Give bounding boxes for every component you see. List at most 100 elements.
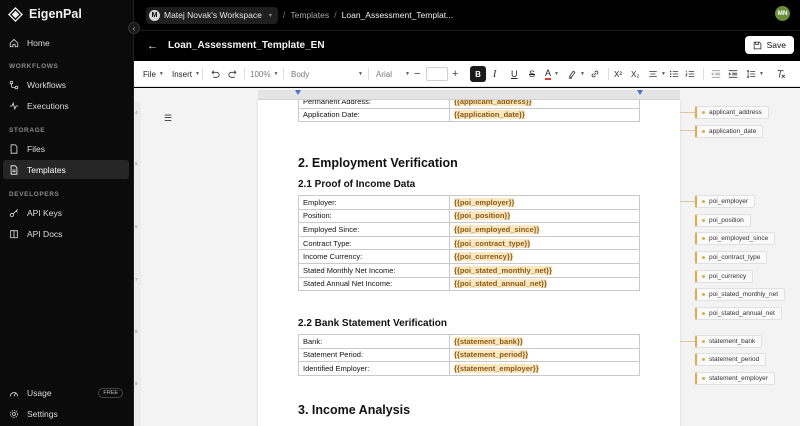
sidebar-item-workflows[interactable]: Workflows [3, 75, 129, 94]
table-value[interactable]: {{poi_contract_type}} [449, 235, 640, 251]
table-label[interactable]: Bank: [298, 334, 450, 349]
document-page[interactable]: Permanent Address: {{applicant_address}} … [258, 94, 680, 426]
sidebar-item-executions[interactable]: Executions [3, 96, 129, 115]
brand[interactable]: EigenPal [8, 6, 82, 22]
undo-button[interactable] [210, 61, 220, 87]
save-button[interactable]: Save [744, 36, 794, 54]
table-label[interactable]: Employed Since: [298, 222, 450, 237]
font-size-input[interactable] [426, 61, 448, 87]
placeholder-tag[interactable]: {{statement_period}} [454, 350, 529, 360]
field-chip[interactable]: applicant_address [695, 106, 769, 119]
table-label[interactable]: Contract Type: [298, 235, 450, 251]
heading-proof-of-income[interactable]: 2.1 Proof of Income Data [298, 179, 415, 190]
table-value[interactable]: {{application_date}} [449, 107, 640, 123]
placeholder-tag[interactable]: {{poi_employed_since}} [454, 224, 540, 234]
insert-menu[interactable]: Insert ▼ [172, 61, 200, 87]
align-button[interactable]: ▼ [648, 61, 666, 87]
placeholder-tag[interactable]: {{statement_employer}} [454, 363, 539, 373]
field-chip[interactable]: statement_employer [695, 372, 775, 385]
file-menu[interactable]: File ▼ [143, 61, 164, 87]
field-chip[interactable]: statement_period [695, 353, 767, 366]
table-value[interactable]: {{poi_employed_since}} [449, 222, 640, 237]
placeholder-tag[interactable]: {{poi_stated_monthly_net}} [454, 265, 552, 275]
subscript-button[interactable]: X₂ [631, 61, 639, 87]
sidebar-item-api-docs[interactable]: API Docs [3, 224, 129, 243]
placeholder-tag[interactable]: {{poi_contract_type}} [454, 238, 531, 248]
heading-employment-verification[interactable]: 2. Employment Verification [298, 156, 458, 170]
font-size-box[interactable] [426, 67, 448, 81]
field-chip[interactable]: poi_employer [695, 195, 756, 208]
table-value[interactable]: {{poi_stated_annual_net}} [449, 276, 640, 292]
table-label[interactable]: Income Currency: [298, 249, 450, 264]
decrease-font-size-button[interactable]: − [414, 61, 420, 87]
indent-button[interactable] [728, 61, 738, 87]
italic-button[interactable]: I [493, 61, 496, 87]
table-label[interactable]: Statement Period: [298, 347, 450, 363]
table-value[interactable]: {{poi_currency}} [449, 249, 640, 264]
document-canvas[interactable]: 4 5 6 7 8 9 10 ☰ Permanent Address:{{app… [134, 88, 800, 426]
table-label[interactable]: Position: [298, 208, 450, 224]
field-chip[interactable]: poi_stated_annual_net [695, 307, 782, 320]
field-chip[interactable]: poi_contract_type [695, 251, 768, 264]
sidebar-item-templates[interactable]: Templates [3, 160, 129, 179]
numbered-list-button[interactable] [685, 61, 695, 87]
field-chip[interactable]: poi_currency [695, 270, 754, 283]
bullet-list-button[interactable] [669, 61, 679, 87]
paragraph-style-select[interactable]: Body ▼ [291, 61, 363, 87]
redo-button[interactable] [228, 61, 238, 87]
document-outline-icon[interactable]: ☰ [164, 113, 172, 124]
table-label[interactable]: Employer: [298, 195, 450, 210]
zoom-select[interactable]: 100% ▼ [250, 61, 278, 87]
sidebar-item-usage[interactable]: Usage FREE [3, 383, 129, 402]
increase-font-size-button[interactable]: + [452, 61, 458, 87]
workspace-switcher[interactable]: M Matej Novak's Workspace ▾ [146, 6, 278, 24]
collapse-sidebar-button[interactable]: ‹ [128, 22, 140, 34]
table-value[interactable]: {{statement_employer}} [449, 361, 640, 376]
superscript-button[interactable]: X² [614, 61, 622, 87]
outdent-button[interactable] [711, 61, 721, 87]
table-label[interactable]: Identified Employer: [298, 361, 450, 376]
table-value[interactable]: {{poi_position}} [449, 208, 640, 224]
vertical-ruler: 4 5 6 7 8 9 10 [134, 102, 141, 426]
placeholder-tag[interactable]: {{poi_position}} [454, 211, 511, 221]
back-arrow-icon[interactable]: ← [147, 40, 161, 52]
table-label[interactable]: Stated Monthly Net Income: [298, 262, 450, 278]
breadcrumb-templates[interactable]: Templates [290, 10, 329, 20]
placeholder-tag[interactable]: {{poi_stated_annual_net}} [454, 279, 547, 289]
table-value[interactable]: {{poi_stated_monthly_net}} [449, 262, 640, 278]
bold-button[interactable]: B [470, 61, 486, 87]
table-value[interactable]: {{poi_employer}} [449, 195, 640, 210]
field-chip[interactable]: poi_position [695, 214, 751, 227]
highlight-button[interactable]: ▼ [567, 61, 585, 87]
strikethrough-button[interactable]: S [529, 61, 535, 87]
table-value[interactable]: {{statement_bank}} [449, 334, 640, 349]
table-label[interactable]: Application Date: [298, 107, 450, 123]
field-chip[interactable]: application_date [695, 125, 764, 138]
placeholder-tag[interactable]: {{statement_bank}} [454, 336, 523, 346]
text-color-button[interactable]: A ▼ [545, 61, 559, 87]
heading-income-analysis[interactable]: 3. Income Analysis [298, 403, 410, 417]
link-button[interactable] [590, 61, 600, 87]
right-indent-marker[interactable] [637, 90, 643, 95]
table-label[interactable]: Stated Annual Net Income: [298, 276, 450, 292]
sidebar-item-home[interactable]: Home [3, 33, 129, 52]
left-indent-marker[interactable] [295, 90, 301, 95]
table-value[interactable]: {{statement_period}} [449, 347, 640, 363]
subscript-label: X₂ [631, 69, 640, 79]
clear-formatting-button[interactable] [776, 61, 786, 87]
placeholder-tag[interactable]: {{poi_currency}} [454, 252, 513, 262]
caret-down-icon: ▼ [405, 71, 410, 77]
heading-bank-statement[interactable]: 2.2 Bank Statement Verification [298, 318, 447, 329]
field-chip[interactable]: poi_stated_monthly_net [695, 288, 786, 301]
sidebar-item-api-keys[interactable]: API Keys [3, 203, 129, 222]
sidebar-item-settings[interactable]: Settings [3, 404, 129, 423]
field-chip[interactable]: poi_employed_since [695, 232, 776, 245]
field-chip[interactable]: statement_bank [695, 335, 763, 348]
underline-button[interactable]: U [511, 61, 518, 87]
placeholder-tag[interactable]: {{application_date}} [454, 110, 525, 120]
font-family-select[interactable]: Arial ▼ [376, 61, 410, 87]
sidebar-item-files[interactable]: Files [3, 139, 129, 158]
line-spacing-button[interactable]: ▼ [746, 61, 764, 87]
user-avatar[interactable]: MN [775, 6, 790, 21]
placeholder-tag[interactable]: {{poi_employer}} [454, 197, 515, 207]
